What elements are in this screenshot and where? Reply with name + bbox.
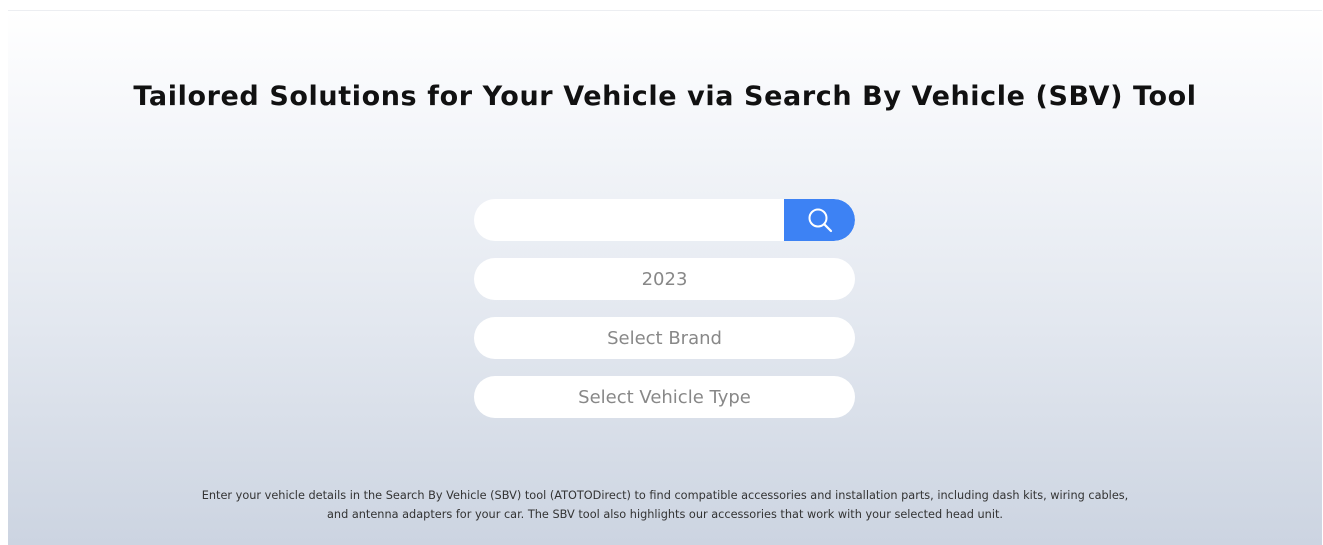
search-input[interactable] <box>474 199 784 241</box>
vehicle-type-select-value: Select Vehicle Type <box>578 386 751 408</box>
search-bar <box>474 199 855 241</box>
sbv-section: Tailored Solutions for Your Vehicle via … <box>8 10 1322 545</box>
sbv-description: Enter your vehicle details in the Search… <box>68 486 1262 524</box>
year-select[interactable]: 2023 <box>474 258 855 300</box>
vehicle-search-form: 2023 Select Brand Select Vehicle Type <box>474 199 855 418</box>
vehicle-type-select[interactable]: Select Vehicle Type <box>474 376 855 418</box>
search-icon <box>808 208 832 233</box>
page-title: Tailored Solutions for Your Vehicle via … <box>133 81 1197 112</box>
description-line-1: Enter your vehicle details in the Search… <box>201 489 1129 502</box>
brand-select-value: Select Brand <box>607 327 722 349</box>
year-select-value: 2023 <box>641 268 688 290</box>
description-line-2: and antenna adapters for your car. The S… <box>327 508 1003 521</box>
search-button[interactable] <box>784 199 855 241</box>
brand-select[interactable]: Select Brand <box>474 317 855 359</box>
